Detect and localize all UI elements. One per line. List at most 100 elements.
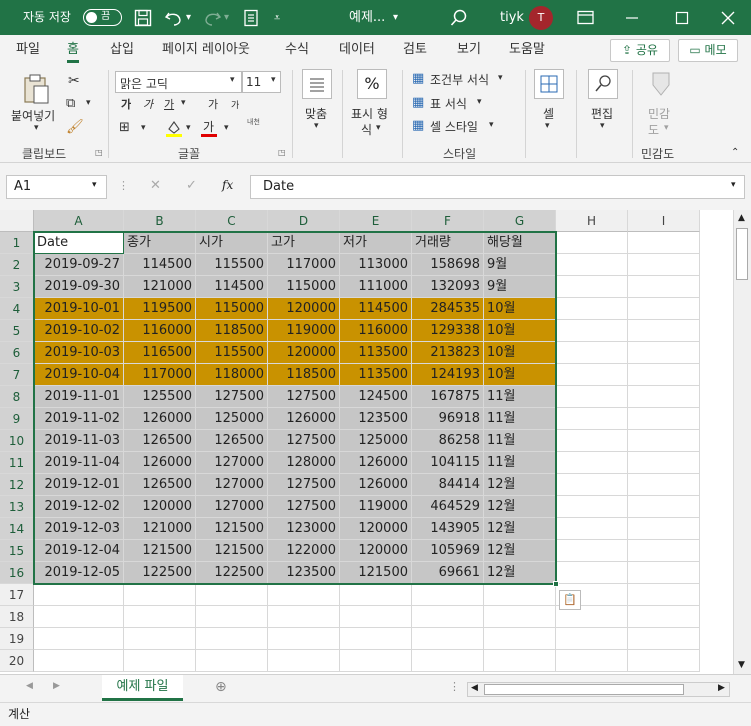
cell[interactable]: 10월 — [484, 342, 556, 364]
underline-dropdown-icon[interactable]: ▾ — [181, 98, 186, 108]
cell[interactable]: 127500 — [268, 496, 340, 518]
autosave-toggle[interactable]: 끔 — [83, 9, 122, 26]
cell[interactable]: 122500 — [124, 562, 196, 584]
next-sheet-icon[interactable]: ▶ — [53, 681, 60, 691]
cell[interactable] — [196, 584, 268, 606]
cell[interactable]: 123500 — [340, 408, 412, 430]
cell[interactable]: 123500 — [268, 562, 340, 584]
conditional-format-icon[interactable]: ▦ — [412, 71, 424, 86]
cell[interactable] — [268, 628, 340, 650]
tab-data[interactable]: 데이터 — [339, 35, 375, 65]
cell[interactable]: 2019-11-02 — [34, 408, 124, 430]
cell[interactable]: 120000 — [340, 540, 412, 562]
cell[interactable] — [628, 254, 700, 276]
cell[interactable]: 122000 — [268, 540, 340, 562]
save-icon[interactable] — [134, 9, 152, 27]
row-header[interactable]: 12 — [0, 474, 34, 496]
cell-style-icon[interactable]: ▦ — [412, 118, 424, 133]
cell[interactable]: 고가 — [268, 232, 340, 254]
cell[interactable] — [628, 232, 700, 254]
row-header[interactable]: 10 — [0, 430, 34, 452]
undo-icon[interactable] — [164, 9, 184, 27]
vertical-scrollbar[interactable]: ▲ ▼ — [733, 210, 751, 674]
paste-options-icon[interactable]: 📋 — [559, 590, 581, 610]
ribbon-display-icon[interactable] — [577, 10, 595, 26]
cell[interactable] — [196, 628, 268, 650]
row-header[interactable]: 18 — [0, 606, 34, 628]
cell[interactable] — [556, 320, 628, 342]
tab-view[interactable]: 보기 — [457, 35, 481, 65]
cell[interactable]: 105969 — [412, 540, 484, 562]
cell[interactable]: 132093 — [412, 276, 484, 298]
row-header[interactable]: 4 — [0, 298, 34, 320]
chevron-down-icon[interactable]: ▾ — [498, 73, 503, 83]
cell[interactable]: 117000 — [268, 254, 340, 276]
cell[interactable] — [484, 628, 556, 650]
column-header[interactable]: H — [556, 210, 628, 232]
cell[interactable]: 129338 — [412, 320, 484, 342]
cell[interactable] — [628, 320, 700, 342]
horizontal-scrollbar[interactable]: ◀ ▶ — [467, 682, 730, 697]
cell[interactable] — [556, 276, 628, 298]
cell[interactable]: 127500 — [196, 386, 268, 408]
number-format-label[interactable]: 표시 형 — [351, 105, 388, 122]
cell[interactable]: 127500 — [268, 474, 340, 496]
edit-label[interactable]: 편집 — [591, 105, 613, 122]
cell[interactable]: 126500 — [124, 430, 196, 452]
select-all-button[interactable] — [0, 210, 34, 232]
cell[interactable] — [124, 606, 196, 628]
sheet-tab[interactable]: 예제 파일 — [102, 675, 183, 701]
grow-font-button[interactable]: 가 — [208, 96, 218, 112]
minimize-icon[interactable] — [624, 10, 640, 26]
cell[interactable]: 84414 — [412, 474, 484, 496]
cell[interactable] — [412, 584, 484, 606]
cell[interactable]: 126500 — [124, 474, 196, 496]
cell[interactable] — [340, 584, 412, 606]
comments-button[interactable]: ▭ 메모 — [678, 39, 738, 62]
cell[interactable]: 2019-12-04 — [34, 540, 124, 562]
paste-dropdown-icon[interactable]: ▾ — [34, 123, 39, 133]
format-painter-icon[interactable]: 🖌 — [66, 119, 84, 135]
tab-review[interactable]: 검토 — [403, 35, 427, 65]
table-format-icon[interactable]: ▦ — [412, 95, 424, 110]
cell[interactable] — [628, 606, 700, 628]
cell[interactable]: 11월 — [484, 452, 556, 474]
close-icon[interactable] — [720, 10, 736, 26]
cell[interactable]: 113000 — [340, 254, 412, 276]
cell[interactable]: 2019-11-03 — [34, 430, 124, 452]
file-name[interactable]: 예제... — [349, 0, 385, 35]
cell[interactable]: 127000 — [196, 452, 268, 474]
cell[interactable]: 2019-12-05 — [34, 562, 124, 584]
cell[interactable] — [556, 408, 628, 430]
row-header[interactable]: 13 — [0, 496, 34, 518]
cell[interactable]: 113500 — [340, 342, 412, 364]
chevron-down-icon[interactable]: ▾ — [545, 121, 550, 131]
cell[interactable]: 128000 — [268, 452, 340, 474]
cell[interactable] — [196, 606, 268, 628]
cell[interactable] — [412, 650, 484, 672]
cell[interactable]: 11월 — [484, 430, 556, 452]
row-header[interactable]: 15 — [0, 540, 34, 562]
cell[interactable] — [556, 298, 628, 320]
table-format-button[interactable]: 표 서식 — [430, 95, 467, 112]
cell[interactable] — [556, 496, 628, 518]
worksheet-grid[interactable]: A B C D E F G H I 1 2 3 4 5 6 7 8 9 10 11 12 13 14 15 16 17 18 19 20… — [0, 210, 751, 674]
cell[interactable]: 116000 — [340, 320, 412, 342]
cell[interactable] — [484, 584, 556, 606]
row-header[interactable]: 20 — [0, 650, 34, 672]
cell[interactable] — [556, 474, 628, 496]
shrink-font-button[interactable]: 가 — [231, 98, 239, 111]
cell[interactable]: 121000 — [124, 518, 196, 540]
copy-icon[interactable]: ⧉ — [66, 96, 75, 111]
cell[interactable] — [556, 540, 628, 562]
column-header[interactable]: C — [196, 210, 268, 232]
cell[interactable]: 2019-10-03 — [34, 342, 124, 364]
cell[interactable]: 125000 — [340, 430, 412, 452]
font-launcher-icon[interactable]: ◳ — [278, 148, 286, 157]
cell[interactable] — [628, 408, 700, 430]
cell[interactable]: 거래량 — [412, 232, 484, 254]
cell[interactable]: 123000 — [268, 518, 340, 540]
name-box-dropdown-icon[interactable]: ▾ — [92, 180, 97, 190]
cell[interactable] — [268, 584, 340, 606]
cell[interactable]: 118500 — [196, 320, 268, 342]
